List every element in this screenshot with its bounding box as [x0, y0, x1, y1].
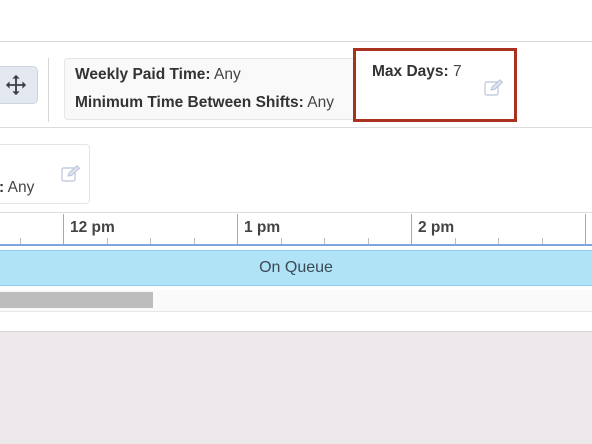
activity-label: On Queue [259, 259, 333, 276]
hour-label: 2 pm [418, 219, 455, 236]
hour-label: 12 pm [70, 219, 115, 236]
min-time-between-shifts-value: Any [303, 94, 334, 111]
top-strip [0, 0, 592, 42]
toolbar-divider [48, 58, 49, 122]
hour-tick [585, 214, 586, 246]
hour-tick [63, 214, 64, 246]
secondary-constraint: : Any [0, 144, 90, 204]
secondary-constraint-value: Any [4, 179, 35, 196]
hour-tick [237, 214, 238, 246]
weekly-paid-time-label: Weekly Paid Time: [75, 66, 211, 83]
horizontal-scrollbar[interactable] [0, 290, 592, 312]
secondary-constraint-text: : Any [0, 179, 34, 197]
move-arrows-icon [5, 74, 27, 96]
max-days-value: 7 [448, 63, 462, 80]
min-time-between-shifts: Minimum Time Between Shifts: Any [75, 94, 334, 112]
timeline-ruler: 12 pm 1 pm 2 pm [0, 212, 592, 246]
max-days: Max Days: 7 [372, 63, 462, 81]
edit-pencil-icon[interactable] [61, 165, 81, 183]
constraints-toolbar: Weekly Paid Time: Any Minimum Time Betwe… [0, 42, 592, 128]
max-days-label: Max Days: [372, 63, 449, 80]
min-time-between-shifts-label: Minimum Time Between Shifts: [75, 94, 304, 111]
activity-on-queue[interactable]: On Queue [0, 250, 592, 286]
weekly-paid-time: Weekly Paid Time: Any [75, 66, 241, 84]
weekly-paid-time-value: Any [210, 66, 241, 83]
paid-time-constraints: Weekly Paid Time: Any Minimum Time Betwe… [64, 58, 364, 120]
schedule-panel: Weekly Paid Time: Any Minimum Time Betwe… [0, 42, 592, 332]
hour-tick [411, 214, 412, 246]
max-days-constraint: Max Days: 7 [353, 48, 517, 122]
scrollbar-thumb[interactable] [0, 292, 153, 308]
edit-pencil-icon[interactable] [484, 79, 504, 97]
move-button[interactable] [0, 66, 38, 104]
timeline-baseline [0, 244, 592, 246]
hour-label: 1 pm [244, 219, 281, 236]
